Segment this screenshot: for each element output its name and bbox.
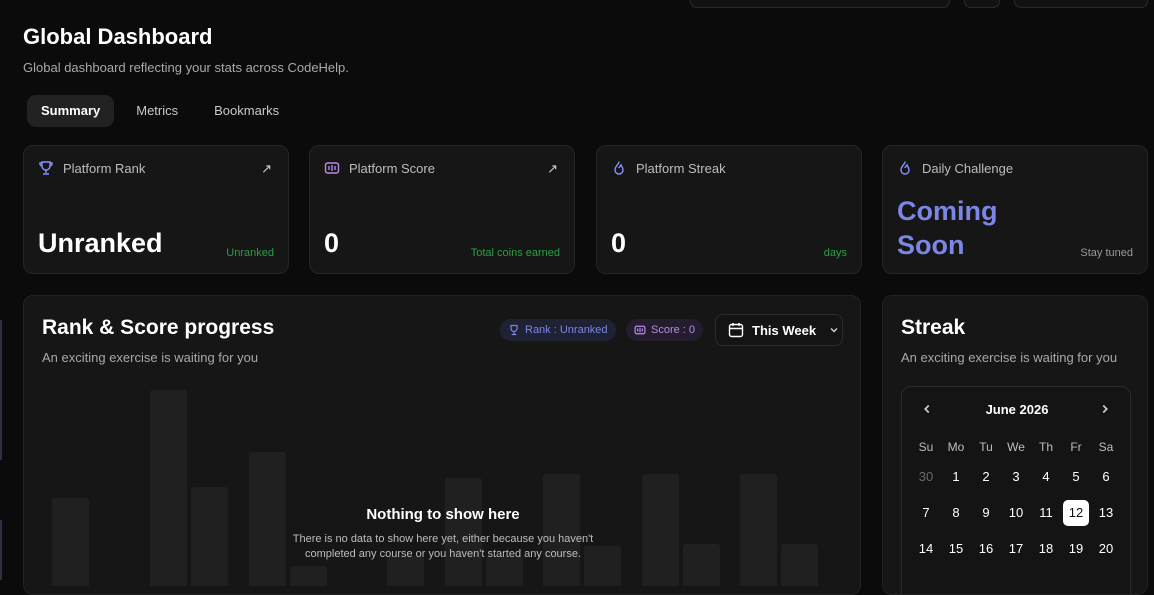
card-note: Total coins earned xyxy=(470,247,560,259)
coming-soon-text: Coming Soon xyxy=(897,194,998,262)
placeholder-bar xyxy=(543,474,580,586)
calendar-grid: Su Mo Tu We Th Fr Sa 30 1 2 3 4 5 6 7 8 … xyxy=(911,435,1121,567)
empty-state-title: Nothing to show here xyxy=(366,506,520,523)
streak-panel: Streak An exciting exercise is waiting f… xyxy=(882,295,1148,595)
card-note: Unranked xyxy=(226,247,274,259)
score-badge-text: Score : 0 xyxy=(651,324,696,336)
weekday-label: Su xyxy=(918,440,934,454)
arrow-up-right-icon[interactable]: ↗ xyxy=(261,161,272,177)
weekday-label: Tu xyxy=(979,440,993,454)
coming-line-2: Soon xyxy=(897,230,965,260)
panel-title: Rank & Score progress xyxy=(42,316,275,339)
calendar-icon xyxy=(728,322,744,338)
calendar-day[interactable]: 20 xyxy=(1091,531,1121,567)
top-icon-button[interactable] xyxy=(964,0,1000,8)
sidebar-edge-lower xyxy=(0,520,2,580)
top-bar xyxy=(0,0,1154,10)
card-note: Stay tuned xyxy=(1080,247,1133,259)
weekday-label: We xyxy=(1007,440,1025,454)
rank-badge-text: Rank : Unranked xyxy=(525,324,608,336)
rank-score-progress-panel: Rank & Score progress An exciting exerci… xyxy=(23,295,861,595)
calendar-day[interactable]: 3 xyxy=(1001,459,1031,495)
coins-icon xyxy=(324,160,340,176)
card-value: 0 xyxy=(324,228,340,258)
panel-title: Streak xyxy=(901,316,966,339)
calendar-day[interactable]: 11 xyxy=(1031,495,1061,531)
placeholder-bar xyxy=(290,566,327,586)
calendar-day[interactable]: 17 xyxy=(1001,531,1031,567)
calendar-day[interactable]: 2 xyxy=(971,459,1001,495)
today-marker: 12 xyxy=(1063,500,1089,526)
calendar-day[interactable]: 30 xyxy=(911,459,941,495)
rank-badge: Rank : Unranked xyxy=(500,319,616,341)
card-value: 0 xyxy=(611,228,627,258)
chevron-down-icon xyxy=(828,324,840,336)
calendar-day[interactable]: 18 xyxy=(1031,531,1061,567)
sidebar-edge xyxy=(0,320,2,460)
platform-streak-card[interactable]: Platform Streak 0 days xyxy=(596,145,862,274)
calendar-day-today[interactable]: 12 xyxy=(1061,495,1091,531)
calendar-day[interactable]: 5 xyxy=(1061,459,1091,495)
trophy-icon xyxy=(508,324,520,336)
panel-subtitle: An exciting exercise is waiting for you xyxy=(42,350,259,365)
dashboard-tabs: Summary Metrics Bookmarks xyxy=(27,95,293,127)
weekday-label: Mo xyxy=(947,440,965,454)
chevron-right-icon[interactable] xyxy=(1098,402,1112,416)
coins-icon xyxy=(634,324,646,336)
platform-score-card[interactable]: Platform Score ↗ 0 Total coins earned xyxy=(309,145,575,274)
top-search-box[interactable] xyxy=(690,0,950,8)
platform-rank-card[interactable]: Platform Rank ↗ Unranked Unranked xyxy=(23,145,289,274)
page-title: Global Dashboard xyxy=(23,24,213,49)
period-label: This Week xyxy=(752,322,817,338)
panel-subtitle: An exciting exercise is waiting for you xyxy=(901,350,1118,365)
calendar-day[interactable]: 15 xyxy=(941,531,971,567)
weekday-label: Fr xyxy=(1070,440,1082,454)
card-header: Platform Streak xyxy=(611,160,726,176)
card-header: Platform Score xyxy=(324,160,435,176)
trophy-icon xyxy=(38,160,54,176)
card-label: Platform Rank xyxy=(63,160,146,176)
calendar-day[interactable]: 10 xyxy=(1001,495,1031,531)
weekday-label: Sa xyxy=(1098,440,1114,454)
period-select[interactable]: This Week xyxy=(715,314,843,346)
placeholder-bar xyxy=(150,390,187,586)
tab-metrics[interactable]: Metrics xyxy=(122,95,192,127)
card-header: Platform Rank xyxy=(38,160,145,176)
coming-line-1: Coming xyxy=(897,196,998,226)
calendar-day[interactable]: 16 xyxy=(971,531,1001,567)
placeholder-bar xyxy=(191,487,228,586)
score-badge: Score : 0 xyxy=(626,319,704,341)
card-value: Unranked xyxy=(38,228,163,258)
card-header: Daily Challenge xyxy=(897,160,1013,176)
arrow-up-right-icon[interactable]: ↗ xyxy=(547,161,558,177)
calendar-day[interactable]: 9 xyxy=(971,495,1001,531)
calendar-day[interactable]: 4 xyxy=(1031,459,1061,495)
calendar-day[interactable]: 6 xyxy=(1091,459,1121,495)
top-profile-button[interactable] xyxy=(1014,0,1148,8)
page-subtitle: Global dashboard reflecting your stats a… xyxy=(23,60,349,75)
card-label: Daily Challenge xyxy=(922,160,1014,176)
empty-state-text: There is no data to show here yet, eithe… xyxy=(292,533,594,560)
card-label: Platform Score xyxy=(349,160,435,176)
daily-challenge-card[interactable]: Daily Challenge Coming Soon Stay tuned xyxy=(882,145,1148,274)
calendar-day[interactable]: 7 xyxy=(911,495,941,531)
placeholder-bar xyxy=(642,474,679,586)
calendar-day[interactable]: 14 xyxy=(911,531,941,567)
weekday-label: Th xyxy=(1038,440,1053,454)
card-note: days xyxy=(823,247,847,259)
calendar-day[interactable]: 13 xyxy=(1091,495,1121,531)
tab-bookmarks[interactable]: Bookmarks xyxy=(200,95,293,127)
tab-summary[interactable]: Summary xyxy=(27,95,115,127)
streak-calendar: June 2026 Su Mo Tu We Th Fr Sa 30 1 2 3 … xyxy=(901,386,1131,594)
calendar-day[interactable]: 19 xyxy=(1061,531,1091,567)
flame-icon xyxy=(897,160,913,176)
placeholder-bar xyxy=(740,474,777,586)
flame-icon xyxy=(611,160,627,176)
calendar-day[interactable]: 1 xyxy=(941,459,971,495)
card-label: Platform Streak xyxy=(636,160,726,176)
calendar-day[interactable]: 8 xyxy=(941,495,971,531)
